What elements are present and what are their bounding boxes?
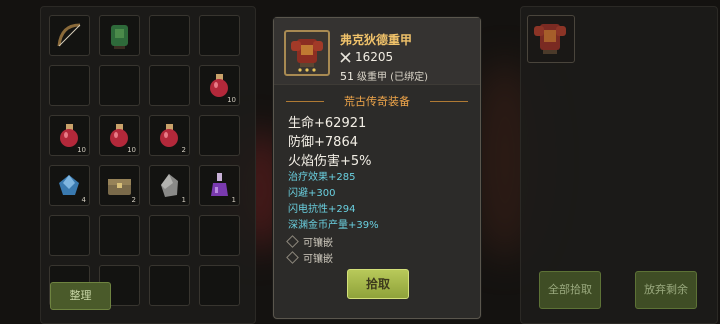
- inventory-slot[interactable]: 2: [149, 115, 190, 156]
- inventory-slot[interactable]: 10: [199, 65, 240, 106]
- inventory-slot[interactable]: [149, 265, 190, 306]
- inventory-slot[interactable]: 1: [149, 165, 190, 206]
- item-level: 51: [340, 70, 354, 83]
- stat-sub: 治疗效果+285: [288, 172, 356, 183]
- stat-sub: 深渊金币产量+39%: [288, 220, 379, 231]
- pick-up-button[interactable]: 拾取: [347, 269, 409, 299]
- inventory-slot[interactable]: [199, 115, 240, 156]
- item-count: 2: [181, 146, 186, 154]
- power-value: 16205: [355, 50, 394, 64]
- item-tooltip: 弗克狄德重甲 16205 51 级重甲 (已绑定) 荒古传奇装备 生命+62921…: [273, 17, 481, 319]
- inventory-slot[interactable]: [199, 15, 240, 56]
- item-name: 弗克狄德重甲: [340, 33, 413, 47]
- item-count: 10: [227, 96, 236, 104]
- inventory-panel: 10 10 10 2 4 2 1 1: [40, 6, 256, 324]
- inventory-slot[interactable]: [99, 65, 140, 106]
- sort-button[interactable]: 整理: [50, 282, 111, 310]
- item-type-bind-status: 级重甲 (已绑定): [357, 72, 428, 83]
- stat-main: 火焰伤害+5%: [288, 154, 372, 169]
- inventory-grid: 10 10 10 2 4 2 1 1: [49, 15, 240, 306]
- inventory-slot[interactable]: [99, 15, 140, 56]
- stat-sub: 闪避+300: [288, 188, 336, 199]
- inventory-slot[interactable]: [99, 215, 140, 256]
- red-heavy-armor-icon: [534, 24, 566, 54]
- loot-slot[interactable]: [527, 15, 575, 63]
- inventory-slot[interactable]: [149, 15, 190, 56]
- item-count: 10: [127, 146, 136, 154]
- item-count: 2: [131, 196, 136, 204]
- socket-slot: 可镶嵌: [286, 250, 333, 265]
- crossed-swords-icon: [340, 51, 351, 63]
- stat-sub: 闪电抗性+294: [288, 204, 356, 215]
- inventory-slot[interactable]: 1: [199, 165, 240, 206]
- inventory-slot[interactable]: [49, 15, 90, 56]
- inventory-slot[interactable]: [149, 65, 190, 106]
- inventory-slot[interactable]: [49, 215, 90, 256]
- item-count: 1: [181, 196, 186, 204]
- inventory-slot[interactable]: [149, 215, 190, 256]
- socket-slot: 可镶嵌: [286, 234, 333, 249]
- inventory-slot[interactable]: [199, 215, 240, 256]
- inventory-slot[interactable]: 2: [99, 165, 140, 206]
- item-count: 10: [77, 146, 86, 154]
- item-count: 1: [231, 196, 236, 204]
- item-count: 4: [81, 196, 86, 204]
- power-row: 16205: [340, 50, 393, 64]
- socket-diamond-icon: [286, 251, 299, 264]
- stat-main: 生命+62921: [288, 116, 367, 131]
- take-all-button[interactable]: 全部拾取: [539, 271, 601, 309]
- inventory-slot[interactable]: 10: [49, 115, 90, 156]
- inventory-slot[interactable]: [199, 265, 240, 306]
- discard-rest-button[interactable]: 放弃剩余: [635, 271, 697, 309]
- inventory-slot[interactable]: [49, 65, 90, 106]
- stat-main: 防御+7864: [288, 135, 358, 150]
- level-row: 51 级重甲 (已绑定): [340, 68, 428, 83]
- inventory-slot[interactable]: 4: [49, 165, 90, 206]
- socket-diamond-icon: [286, 235, 299, 248]
- item-icon: [284, 30, 330, 76]
- inventory-slot[interactable]: 10: [99, 115, 140, 156]
- section-divider-right: [430, 101, 468, 102]
- red-heavy-armor-icon: [291, 39, 323, 72]
